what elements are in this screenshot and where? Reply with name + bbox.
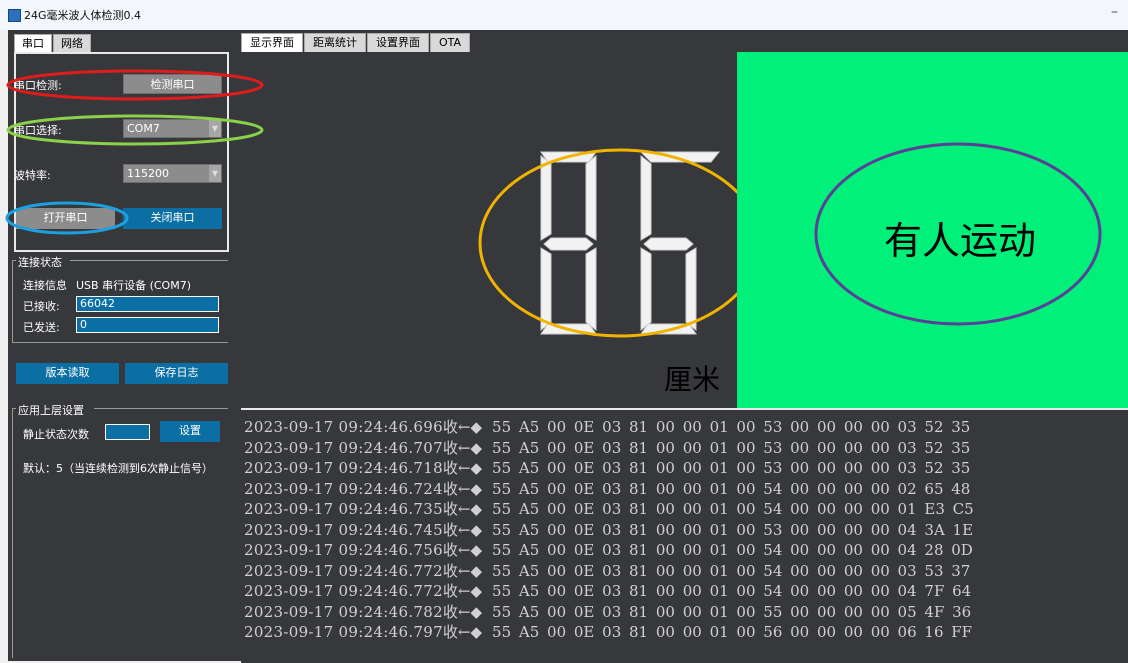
log-timestamp: 2023-09-17 09:24:46.756 (244, 541, 443, 559)
log-line: 2023-09-17 09:24:46.756收←◆ 55 A5 00 0E 03… (244, 539, 973, 560)
log-hex: 55 A5 00 0E 03 81 00 00 01 00 53 00 00 0… (492, 418, 971, 436)
log-hex: 55 A5 00 0E 03 81 00 00 01 00 55 00 00 0… (492, 602, 972, 621)
baud-rate-label: 波特率: (14, 169, 51, 182)
log-hex: 55 A5 00 0E 03 81 00 00 01 00 53 00 00 0… (492, 459, 971, 477)
group-border (70, 260, 228, 261)
log-direction: 收←◆ (442, 623, 483, 641)
log-hex: 55 A5 00 0E 03 81 00 00 01 00 54 00 00 0… (492, 541, 973, 559)
tab-network[interactable]: 网络 (53, 34, 91, 54)
log-line: 2023-09-17 09:24:46.745收←◆ 55 A5 00 0E 03… (244, 519, 973, 540)
log-line: 2023-09-17 09:24:46.718收←◆ 55 A5 00 0E 03… (244, 457, 970, 478)
group-border (12, 260, 13, 342)
content-area: 显示界面 距离统计 设置界面 OTA 厘米 有人运动 2023-09-17 09… (238, 30, 1128, 663)
close-serial-button[interactable]: 关闭串口 (123, 208, 222, 229)
log-timestamp: 2023-09-17 09:24:46.772 (244, 582, 443, 600)
sent-label: 已发送: (23, 321, 60, 334)
log-direction: 收←◆ (442, 602, 483, 621)
log-line: 2023-09-17 09:24:46.707收←◆ 55 A5 00 0E 03… (244, 437, 970, 458)
log-line: 2023-09-17 09:24:46.772收←◆ 55 A5 00 0E 03… (244, 560, 970, 581)
open-serial-button[interactable]: 打开串口 (16, 208, 115, 229)
left-tabs: 串口 网络 (14, 34, 92, 54)
log-direction: 收←◆ (442, 541, 483, 559)
highlight-ellipse (478, 148, 737, 338)
chevron-down-icon: ▼ (209, 165, 221, 182)
log-direction: 收←◆ (442, 582, 483, 600)
tab-distance-stats[interactable]: 距离统计 (304, 33, 366, 53)
chevron-down-icon: ▼ (209, 120, 221, 137)
log-direction: 收←◆ (442, 418, 483, 436)
log-timestamp: 2023-09-17 09:24:46.735 (244, 500, 443, 518)
detect-serial-button[interactable]: 检测串口 (123, 74, 222, 94)
port-select-label: 串口选择: (14, 124, 62, 137)
read-version-button[interactable]: 版本读取 (16, 363, 119, 384)
tab-serial[interactable]: 串口 (14, 34, 52, 54)
log-direction: 收←◆ (442, 500, 483, 518)
set-button[interactable]: 设置 (160, 421, 220, 442)
log-direction: 收←◆ (442, 520, 483, 539)
log-direction: 收←◆ (442, 561, 483, 580)
digit-6 (639, 151, 721, 335)
sent-count-field: 0 (76, 317, 219, 333)
status-indicator: 有人运动 (737, 52, 1128, 408)
log-line: 2023-09-17 09:24:46.724收←◆ 55 A5 00 0E 03… (244, 478, 970, 499)
app-icon (8, 9, 21, 22)
window-title: 24G毫米波人体检测0.4 (24, 9, 142, 22)
digit-8 (540, 151, 597, 335)
distance-readout (478, 148, 737, 338)
received-count-field: 66042 (76, 296, 219, 312)
port-select[interactable]: COM7 ▼ (123, 119, 222, 138)
save-log-button[interactable]: 保存日志 (125, 363, 228, 384)
connection-info-value: USB 串行设备 (COM7) (76, 279, 191, 292)
log-line: 2023-09-17 09:24:46.782收←◆ 55 A5 00 0E 03… (244, 601, 971, 622)
content-tabs: 显示界面 距离统计 设置界面 OTA (241, 33, 471, 53)
minimize-button[interactable]: – (1111, 4, 1118, 20)
log-line: 2023-09-17 09:24:46.735收←◆ 55 A5 00 0E 03… (244, 498, 974, 519)
log-hex: 55 A5 00 0E 03 81 00 00 01 00 54 00 00 0… (492, 582, 972, 600)
log-timestamp: 2023-09-17 09:24:46.772 (244, 561, 443, 580)
log-direction: 收←◆ (442, 438, 483, 457)
log-panel[interactable]: 2023-09-17 09:24:46.696收←◆ 55 A5 00 0E 03… (241, 408, 1128, 663)
log-line: 2023-09-17 09:24:46.772收←◆ 55 A5 00 0E 03… (244, 580, 971, 601)
static-count-label: 静止状态次数 (23, 428, 89, 441)
log-line: 2023-09-17 09:24:46.696收←◆ 55 A5 00 0E 03… (244, 416, 970, 437)
group-border (12, 408, 13, 658)
log-hex: 55 A5 00 0E 03 81 00 00 01 00 54 00 00 0… (492, 500, 974, 518)
log-hex: 55 A5 00 0E 03 81 00 00 01 00 53 00 00 0… (492, 520, 974, 539)
baud-rate-value: 115200 (127, 167, 169, 180)
baud-rate-select[interactable]: 115200 ▼ (123, 164, 222, 183)
connection-info-label: 连接信息 (23, 279, 67, 292)
distance-unit: 厘米 (664, 363, 721, 396)
static-count-input[interactable] (105, 424, 150, 440)
log-hex: 55 A5 00 0E 03 81 00 00 01 00 54 00 00 0… (492, 479, 971, 498)
display-panel: 厘米 有人运动 (241, 52, 1128, 408)
log-timestamp: 2023-09-17 09:24:46.724 (244, 479, 443, 498)
connection-group-title: 连接状态 (18, 256, 62, 269)
group-border (12, 342, 228, 343)
log-timestamp: 2023-09-17 09:24:46.745 (244, 520, 443, 539)
log-direction: 收←◆ (442, 459, 483, 477)
log-timestamp: 2023-09-17 09:24:46.696 (244, 418, 443, 436)
log-hex: 55 A5 00 0E 03 81 00 00 01 00 53 00 00 0… (492, 438, 971, 457)
title-bar: 24G毫米波人体检测0.4 – (0, 0, 1128, 30)
log-line: 2023-09-17 09:24:46.797收←◆ 55 A5 00 0E 03… (244, 621, 972, 642)
tab-display[interactable]: 显示界面 (241, 33, 303, 53)
port-select-value: COM7 (127, 122, 160, 135)
log-timestamp: 2023-09-17 09:24:46.707 (244, 438, 443, 457)
log-timestamp: 2023-09-17 09:24:46.782 (244, 602, 443, 621)
tab-ota[interactable]: OTA (430, 33, 471, 53)
received-label: 已接收: (23, 300, 60, 313)
log-timestamp: 2023-09-17 09:24:46.797 (244, 623, 443, 641)
log-hex: 55 A5 00 0E 03 81 00 00 01 00 54 00 00 0… (492, 561, 971, 580)
presence-status: 有人运动 (883, 219, 1036, 263)
left-panel: 串口 网络 串口检测: 检测串口 串口选择: COM7 ▼ 波特率: 11520… (8, 30, 238, 661)
tab-settings[interactable]: 设置界面 (367, 33, 429, 53)
app-settings-group-title: 应用上层设置 (18, 404, 84, 417)
log-timestamp: 2023-09-17 09:24:46.718 (244, 459, 443, 477)
detect-serial-label: 串口检测: (14, 79, 62, 92)
default-note: 默认：5（当连续检测到6次静止信号） (23, 462, 213, 475)
log-hex: 55 A5 00 0E 03 81 00 00 01 00 56 00 00 0… (492, 623, 973, 641)
group-border (94, 408, 228, 409)
log-direction: 收←◆ (442, 479, 483, 498)
